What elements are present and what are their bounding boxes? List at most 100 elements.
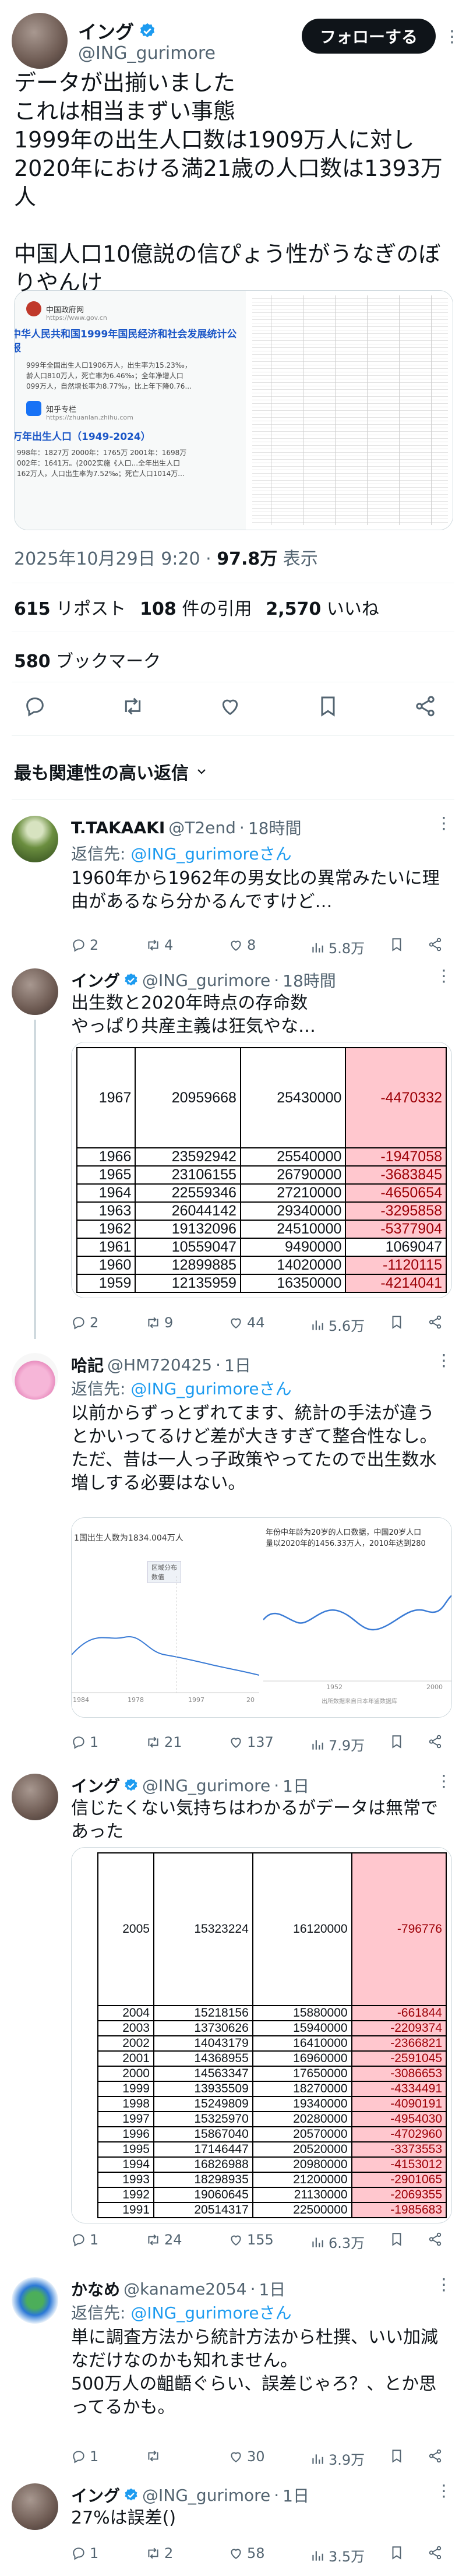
repost-icon[interactable] [146,2448,161,2464]
author-name[interactable]: イング [71,2483,120,2507]
author-handle[interactable]: @HM720425 [107,1355,212,1375]
like-icon[interactable] [228,2232,243,2247]
reply-to-mention[interactable]: @ING_gurimoreさん [130,1379,291,1398]
views-chart-icon[interactable] [310,1737,325,1752]
bookmark-icon[interactable] [389,1734,404,1749]
reply-media-charts[interactable]: 1国出生人数为1834.004万人 区域分布 数值 1984 1978 1997… [71,1517,452,1718]
avatar[interactable] [12,2277,58,2324]
reply-item[interactable]: かなめ @kaname2054 · 1日 ⋮ 返信先: @ING_gurimor… [0,2275,466,2473]
like-icon[interactable] [228,1735,243,1750]
author-handle[interactable]: @kaname2054 [123,2279,247,2299]
reply-icon[interactable] [23,695,47,718]
repost-icon[interactable] [146,1315,161,1330]
share-icon[interactable] [414,695,437,718]
avatar[interactable] [12,816,58,862]
more-options-icon[interactable]: ⋮ [436,2275,452,2294]
avatar[interactable] [12,1353,58,1400]
reply-time[interactable]: 1日 [224,1353,251,1376]
like-icon[interactable] [228,1315,243,1330]
follow-button[interactable]: フォローする [302,19,436,54]
reply-time[interactable]: 1日 [283,2483,309,2507]
author-handle[interactable]: @ING_gurimore [142,1776,270,1795]
views-chart-icon[interactable] [310,2548,325,2563]
reply-icon[interactable] [71,2232,86,2247]
reply-time[interactable]: 18時間 [248,816,302,839]
more-options-icon[interactable]: ⋮ [436,1351,452,1370]
tweet-media[interactable]: 中国政府网 https://www.gov.cn 中华人民共和国1999年国民经… [14,290,453,530]
bookmark-icon[interactable] [389,937,404,952]
repost-icon[interactable] [146,2232,161,2247]
avatar[interactable] [12,2483,58,2530]
avatar[interactable] [12,13,68,69]
share-icon[interactable] [428,1734,443,1749]
author-handle[interactable]: @ING_gurimore [142,971,270,990]
author-handle[interactable]: @T2end [168,818,236,837]
reply-sort-label[interactable]: 最も関連性の高い返信 [14,759,189,784]
like-icon[interactable] [218,695,242,718]
timestamp-text[interactable]: 2025年10月29日 9:20 [14,549,200,569]
bookmark-icon[interactable] [389,2448,404,2464]
reply-media-table[interactable]: 1967 20959668 25430000 -4470332 1966 23592942… [71,1042,452,1298]
repost-icon[interactable] [146,2546,161,2561]
reply-icon[interactable] [71,1315,86,1330]
share-icon[interactable] [428,2448,443,2464]
share-icon[interactable] [428,2545,443,2560]
views-chart-icon[interactable] [310,940,325,955]
media-image-search-results[interactable]: 中国政府网 https://www.gov.cn 中华人民共和国1999年国民经… [15,291,246,530]
repost-icon[interactable] [146,1735,161,1750]
like-stat[interactable]: 2,570 いいね [266,594,379,620]
repost-icon[interactable] [146,938,161,953]
like-icon[interactable] [228,2546,243,2561]
reply-icon[interactable] [71,2546,86,2561]
more-options-icon[interactable]: ⋮ [436,813,452,833]
views-chart-icon[interactable] [310,2451,325,2466]
author-name[interactable]: 哈記 [71,1353,104,1376]
author-name[interactable]: イング [71,1774,120,1797]
author-name-text[interactable]: イング [78,17,134,44]
tweet-timestamp[interactable]: 2025年10月29日 9:20 · 97.8万 表示 [14,544,318,570]
avatar[interactable] [12,1774,58,1820]
quote-stat[interactable]: 108 件の引用 [140,594,252,620]
bookmark-icon[interactable] [389,2545,404,2560]
reply-time[interactable]: 18時間 [283,968,336,992]
reply-item[interactable]: 哈記 @HM720425 · 1日 ⋮ 返信先: @ING_gurimoreさん… [0,1351,466,1761]
reply-sort-dropdown[interactable]: 最も関連性の高い返信 [14,759,209,784]
author-name[interactable]: T.TAKAAKI [71,818,165,837]
author-handle[interactable]: @ING_gurimore [142,2486,270,2505]
reply-item[interactable]: イング @ING_gurimore · 1日 ⋮ 27%は誤差() 1 2 58… [0,2481,466,2571]
more-options-icon[interactable]: ⋮ [436,1771,452,1791]
reply-item[interactable]: イング @ING_gurimore · 1日 ⋮ 信じたくない気持ちはわかるがデ… [0,1771,466,2253]
reply-icon[interactable] [71,2449,86,2464]
share-icon[interactable] [428,1315,443,1330]
chart-left[interactable]: 1国出生人数为1834.004万人 区域分布 数值 1984 1978 1997… [72,1518,259,1717]
share-icon[interactable] [428,2232,443,2247]
views-chart-icon[interactable] [310,1317,325,1333]
views-chart-icon[interactable] [310,2235,325,2250]
reply-to-mention[interactable]: @ING_gurimoreさん [130,844,291,864]
bookmark-icon[interactable] [316,695,340,718]
author-name[interactable]: イング [71,968,120,992]
avatar[interactable] [12,968,58,1015]
reply-item[interactable]: T.TAKAAKI @T2end · 18時間 ⋮ 返信先: @ING_guri… [0,813,466,967]
reply-item[interactable]: イング @ING_gurimore · 18時間 ⋮ 出生数と2020年時点の存… [0,966,466,1340]
repost-icon[interactable] [121,695,144,718]
chevron-down-icon[interactable] [195,764,209,778]
more-options-icon[interactable]: ⋮ [436,966,452,985]
author-handle[interactable]: @ING_gurimore [78,43,216,64]
reply-icon[interactable] [71,1735,86,1750]
share-icon[interactable] [428,937,443,952]
author-name[interactable]: イング [78,17,156,44]
chart-right[interactable]: 年份中年龄为20岁的人口数据，中国20岁人口 量以2020年的1456.33万人… [262,1518,451,1717]
more-options-icon[interactable]: ⋮ [444,27,460,46]
like-icon[interactable] [228,938,243,953]
reply-time[interactable]: 1日 [259,2277,285,2300]
reply-time[interactable]: 1日 [283,1774,309,1797]
more-options-icon[interactable]: ⋮ [436,2481,452,2500]
bookmark-stat[interactable]: 580 ブックマーク [14,647,161,672]
like-icon[interactable] [228,2449,243,2464]
bookmark-icon[interactable] [389,1315,404,1330]
repost-stat[interactable]: 615 リポスト [14,594,126,620]
media-image-spreadsheet[interactable] [246,291,453,530]
reply-to-mention[interactable]: @ING_gurimoreさん [130,2303,291,2323]
reply-icon[interactable] [71,938,86,953]
